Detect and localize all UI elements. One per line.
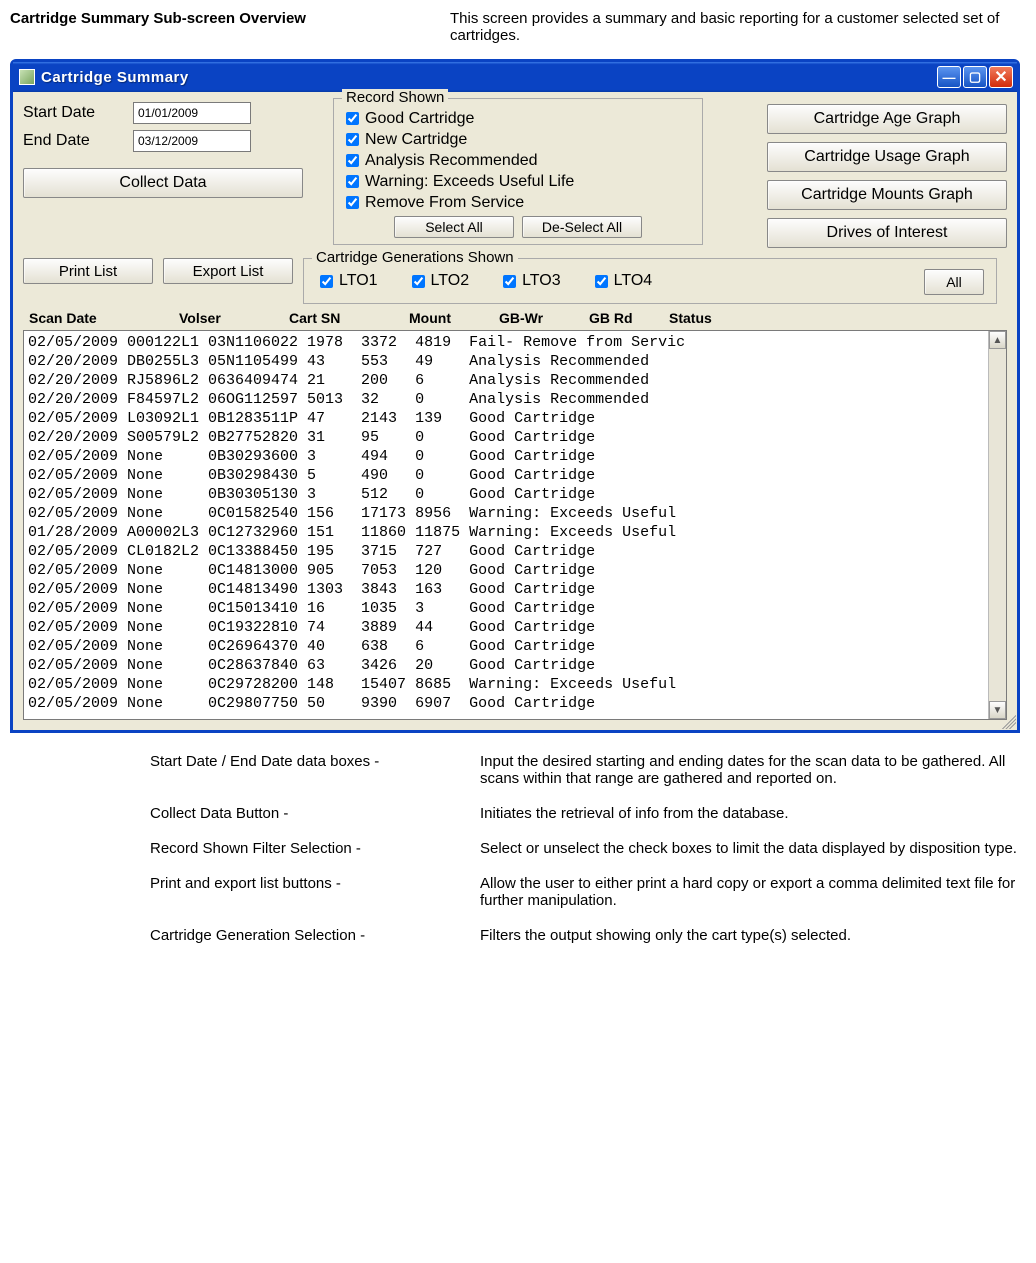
- chk-good-cartridge-box[interactable]: [346, 112, 359, 125]
- close-button[interactable]: ✕: [989, 66, 1013, 88]
- chk-lto3[interactable]: LTO3: [499, 272, 561, 291]
- scroll-up-button[interactable]: ▲: [989, 331, 1006, 349]
- chk-remove-from-service[interactable]: Remove From Service: [342, 193, 694, 212]
- resize-grip[interactable]: [1002, 715, 1016, 729]
- col-gb-wr: GB-Wr: [499, 310, 589, 326]
- generations-group: Cartridge Generations Shown LTO1 LTO2 LT…: [303, 258, 997, 304]
- maximize-button[interactable]: ▢: [963, 66, 987, 88]
- chk-new-cartridge-box[interactable]: [346, 133, 359, 146]
- chk-lto1[interactable]: LTO1: [316, 272, 378, 291]
- description-row: Cartridge Generation Selection -Filters …: [150, 927, 1026, 944]
- start-date-label: Start Date: [23, 104, 133, 122]
- record-shown-group: Record Shown Good Cartridge New Cartridg…: [333, 98, 703, 245]
- scrollbar[interactable]: ▲ ▼: [988, 331, 1006, 719]
- export-list-button[interactable]: Export List: [163, 258, 293, 284]
- window-title: Cartridge Summary: [41, 69, 935, 86]
- description-term: Start Date / End Date data boxes -: [150, 753, 480, 787]
- description-text: Initiates the retrieval of info from the…: [480, 805, 1026, 822]
- list-header: Scan Date Volser Cart SN Mount GB-Wr GB …: [23, 304, 1007, 330]
- chk-lto1-box[interactable]: [320, 275, 333, 288]
- generations-title: Cartridge Generations Shown: [312, 249, 518, 266]
- collect-data-button[interactable]: Collect Data: [23, 168, 303, 198]
- description-term: Cartridge Generation Selection -: [150, 927, 480, 944]
- chk-lto2[interactable]: LTO2: [408, 272, 470, 291]
- chk-good-cartridge[interactable]: Good Cartridge: [342, 109, 694, 128]
- doc-section-intro: This screen provides a summary and basic…: [450, 10, 1026, 44]
- description-row: Start Date / End Date data boxes -Input …: [150, 753, 1026, 787]
- results-list-content: 02/05/2009 000122L1 03N1106022 1978 3372…: [24, 331, 988, 719]
- record-shown-title: Record Shown: [342, 89, 448, 106]
- chk-analysis-box[interactable]: [346, 154, 359, 167]
- results-list[interactable]: 02/05/2009 000122L1 03N1106022 1978 3372…: [23, 330, 1007, 720]
- chk-analysis-recommended[interactable]: Analysis Recommended: [342, 151, 694, 170]
- app-icon: [19, 69, 35, 85]
- chk-warning-useful-life[interactable]: Warning: Exceeds Useful Life: [342, 172, 694, 191]
- chk-remove-box[interactable]: [346, 196, 359, 209]
- description-term: Record Shown Filter Selection -: [150, 840, 480, 857]
- end-date-label: End Date: [23, 132, 133, 150]
- description-text: Filters the output showing only the cart…: [480, 927, 1026, 944]
- description-text: Allow the user to either print a hard co…: [480, 875, 1026, 909]
- print-list-button[interactable]: Print List: [23, 258, 153, 284]
- drives-of-interest-button[interactable]: Drives of Interest: [767, 218, 1007, 248]
- col-volser: Volser: [179, 310, 289, 326]
- cartridge-mounts-graph-button[interactable]: Cartridge Mounts Graph: [767, 180, 1007, 210]
- start-date-input[interactable]: [133, 102, 251, 124]
- description-text: Input the desired starting and ending da…: [480, 753, 1026, 787]
- cartridge-age-graph-button[interactable]: Cartridge Age Graph: [767, 104, 1007, 134]
- chk-warning-box[interactable]: [346, 175, 359, 188]
- description-term: Print and export list buttons -: [150, 875, 480, 909]
- cartridge-usage-graph-button[interactable]: Cartridge Usage Graph: [767, 142, 1007, 172]
- chk-lto2-box[interactable]: [412, 275, 425, 288]
- end-date-input[interactable]: [133, 130, 251, 152]
- description-term: Collect Data Button -: [150, 805, 480, 822]
- description-row: Collect Data Button -Initiates the retri…: [150, 805, 1026, 822]
- doc-section-title: Cartridge Summary Sub-screen Overview: [10, 10, 450, 44]
- minimize-button[interactable]: —: [937, 66, 961, 88]
- col-status: Status: [669, 310, 712, 326]
- chk-new-cartridge[interactable]: New Cartridge: [342, 130, 694, 149]
- window-titlebar[interactable]: Cartridge Summary — ▢ ✕: [13, 62, 1017, 92]
- col-mount: Mount: [409, 310, 499, 326]
- chk-lto3-box[interactable]: [503, 275, 516, 288]
- deselect-all-button[interactable]: De-Select All: [522, 216, 642, 238]
- description-row: Print and export list buttons -Allow the…: [150, 875, 1026, 909]
- col-gb-rd: GB Rd: [589, 310, 669, 326]
- col-cart-sn: Cart SN: [289, 310, 409, 326]
- col-scan-date: Scan Date: [29, 310, 179, 326]
- cartridge-summary-window: Cartridge Summary — ▢ ✕ Start Date End D…: [10, 59, 1020, 733]
- chk-lto4[interactable]: LTO4: [591, 272, 653, 291]
- generations-all-button[interactable]: All: [924, 269, 984, 295]
- chk-lto4-box[interactable]: [595, 275, 608, 288]
- select-all-button[interactable]: Select All: [394, 216, 514, 238]
- description-text: Select or unselect the check boxes to li…: [480, 840, 1026, 857]
- description-row: Record Shown Filter Selection -Select or…: [150, 840, 1026, 857]
